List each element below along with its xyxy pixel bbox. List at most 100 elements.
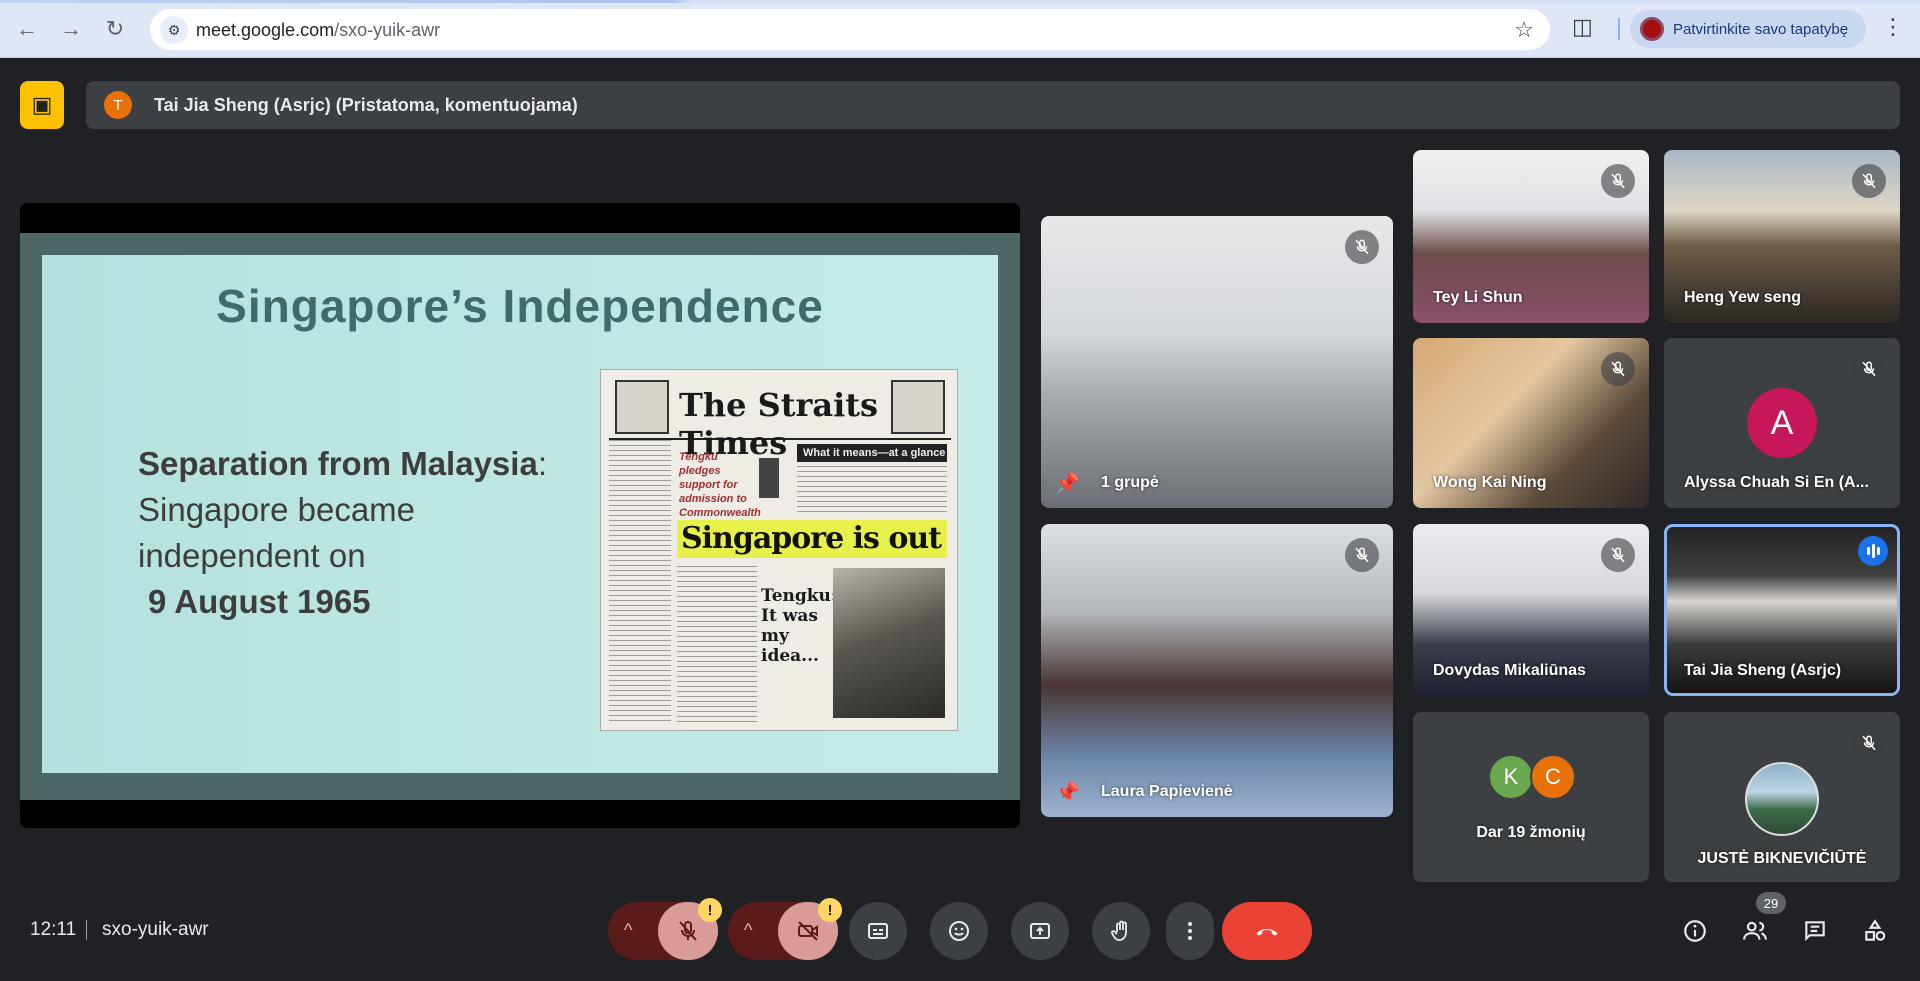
participant-avatar: K [1488, 754, 1534, 800]
meeting-code[interactable]: sxo-yuik-awr [102, 919, 209, 941]
camera-warning-badge: ! [818, 898, 842, 922]
mic-off-icon [1852, 726, 1886, 760]
slide-heading-colon: : [537, 445, 547, 482]
participant-name: Tey Li Shun [1433, 289, 1523, 306]
forward-button[interactable]: → [56, 14, 86, 44]
audio-options-chevron-icon[interactable]: ^ [624, 920, 632, 941]
url-text[interactable]: meet.google.com/sxo-yuik-awr [196, 20, 440, 41]
more-participants-tile[interactable]: K C Dar 19 žmonių [1413, 712, 1649, 882]
participant-avatar [1745, 762, 1819, 836]
profile-avatar [1640, 17, 1664, 41]
participant-tile[interactable]: 📌 Laura Papievienė [1041, 524, 1393, 817]
activities-button[interactable] [1858, 914, 1892, 948]
camera-off-icon [798, 921, 818, 941]
participant-tile[interactable]: Dovydas Mikaliūnas [1413, 524, 1649, 696]
activities-icon [1865, 919, 1886, 941]
people-count-badge: 29 [1756, 892, 1786, 914]
newspaper-headline: Singapore is out [677, 520, 947, 558]
chat-button[interactable] [1798, 914, 1832, 948]
profile-button[interactable]: Patvirtinkite savo tapatybę [1630, 10, 1866, 48]
newspaper-column [609, 440, 671, 724]
participant-name: Wong Kai Ning [1433, 474, 1547, 491]
leave-call-button[interactable] [1222, 902, 1312, 960]
video-options-chevron-icon[interactable]: ^ [744, 920, 752, 941]
people-icon [1743, 921, 1767, 940]
shared-screen[interactable]: Singapore’s Independence Separation from… [20, 203, 1020, 828]
raise-hand-button[interactable] [1092, 902, 1150, 960]
more-participants-avatars: K C [1488, 754, 1578, 800]
captions-button[interactable] [849, 902, 907, 960]
slide-date: 9 August 1965 [148, 583, 371, 620]
site-info-icon[interactable]: ⚙ [160, 16, 188, 44]
present-screen-button[interactable] [1011, 902, 1069, 960]
mic-off-icon [1601, 352, 1635, 386]
participant-name: JUSTĖ BIKNEVIČIŪTĖ [1697, 850, 1867, 867]
participant-name: Laura Papievienė [1101, 783, 1233, 800]
meeting-clock: 12:11 [30, 919, 77, 940]
active-speaker-ring [1664, 524, 1900, 696]
mic-off-icon [1852, 352, 1886, 386]
chat-icon [1805, 921, 1825, 942]
participant-avatar: C [1530, 754, 1576, 800]
mic-warning-badge: ! [698, 898, 722, 922]
bookmark-star-icon[interactable]: ☆ [1514, 17, 1534, 43]
participant-name: Alyssa Chuah Si En (A... [1684, 474, 1869, 491]
toolbar-separator [1618, 18, 1620, 40]
arrow-right-icon: → [60, 16, 82, 41]
participant-name: Heng Yew seng [1684, 289, 1802, 306]
participant-tile[interactable]: Tey Li Shun [1413, 150, 1649, 323]
newspaper-glance: What it means—at a glance [797, 444, 947, 462]
participant-tile[interactable]: 📌 1 grupė [1041, 216, 1393, 508]
reactions-button[interactable] [930, 902, 988, 960]
back-button[interactable]: ← [12, 14, 42, 44]
participant-name: 1 grupė [1101, 474, 1159, 491]
participant-name: Dovydas Mikaliūnas [1433, 662, 1586, 679]
call-end-icon [1256, 928, 1278, 936]
more-options-button[interactable] [1166, 902, 1214, 960]
participant-tile[interactable]: Heng Yew seng [1664, 150, 1900, 323]
mic-off-icon [679, 920, 697, 941]
mic-off-icon [1345, 230, 1379, 264]
slide: Singapore’s Independence Separation from… [42, 255, 998, 773]
slide-heading: Separation from Malaysia [138, 445, 538, 482]
browser-toolbar: ← → ↻ ⚙ meet.google.com/sxo-yuik-awr ☆ ◫… [0, 0, 1920, 58]
browser-menu-icon[interactable]: ⋮ [1882, 14, 1904, 40]
newspaper-small-photo [759, 458, 779, 498]
participant-tile[interactable]: A Alyssa Chuah Si En (A... [1664, 338, 1900, 508]
pin-icon[interactable]: 📌 [1055, 780, 1080, 805]
newspaper-column [677, 566, 757, 724]
newspaper-portrait [833, 568, 945, 718]
address-bar[interactable]: ⚙ meet.google.com/sxo-yuik-awr ☆ [150, 9, 1550, 50]
meeting-details-button[interactable] [1678, 914, 1712, 948]
slide-body-text: Singapore became independent on [138, 491, 416, 574]
captions-icon [868, 923, 888, 939]
mic-off-icon [1345, 538, 1379, 572]
mic-off-icon [1601, 164, 1635, 198]
arrow-left-icon: ← [16, 16, 38, 41]
slide-frame: Singapore’s Independence Separation from… [20, 233, 1020, 800]
presenter-bar: T Tai Jia Sheng (Asrjc) (Pristatoma, kom… [86, 81, 1900, 129]
url-host: meet.google.com [196, 20, 335, 40]
newspaper-column [797, 466, 947, 516]
slide-title: Singapore’s Independence [216, 280, 824, 332]
extensions-puzzle-icon[interactable]: ◫ [1572, 14, 1593, 40]
more-participants-label: Dar 19 žmonių [1476, 824, 1586, 841]
newspaper-quote: Tengku: It was my idea... [761, 586, 838, 666]
reload-button[interactable]: ↻ [100, 14, 130, 44]
mic-off-icon [1601, 538, 1635, 572]
mic-off-icon [1852, 164, 1886, 198]
presenter-avatar: T [104, 91, 132, 119]
participant-tile[interactable]: Wong Kai Ning [1413, 338, 1649, 508]
presentation-off-icon[interactable]: ▣ [20, 81, 64, 129]
footer-separator [86, 920, 87, 940]
pin-icon[interactable]: 📌 [1055, 471, 1080, 496]
participant-tile[interactable]: JUSTĖ BIKNEVIČIŪTĖ [1664, 712, 1900, 882]
newspaper-ad-left [615, 380, 669, 434]
more-vert-icon [1188, 922, 1192, 940]
emoji-icon [949, 921, 969, 941]
info-icon [1684, 920, 1706, 942]
present-screen-icon [1030, 923, 1050, 939]
people-button[interactable] [1738, 914, 1772, 948]
profile-label: Patvirtinkite savo tapatybę [1673, 20, 1849, 38]
url-path: /sxo-yuik-awr [334, 20, 441, 40]
